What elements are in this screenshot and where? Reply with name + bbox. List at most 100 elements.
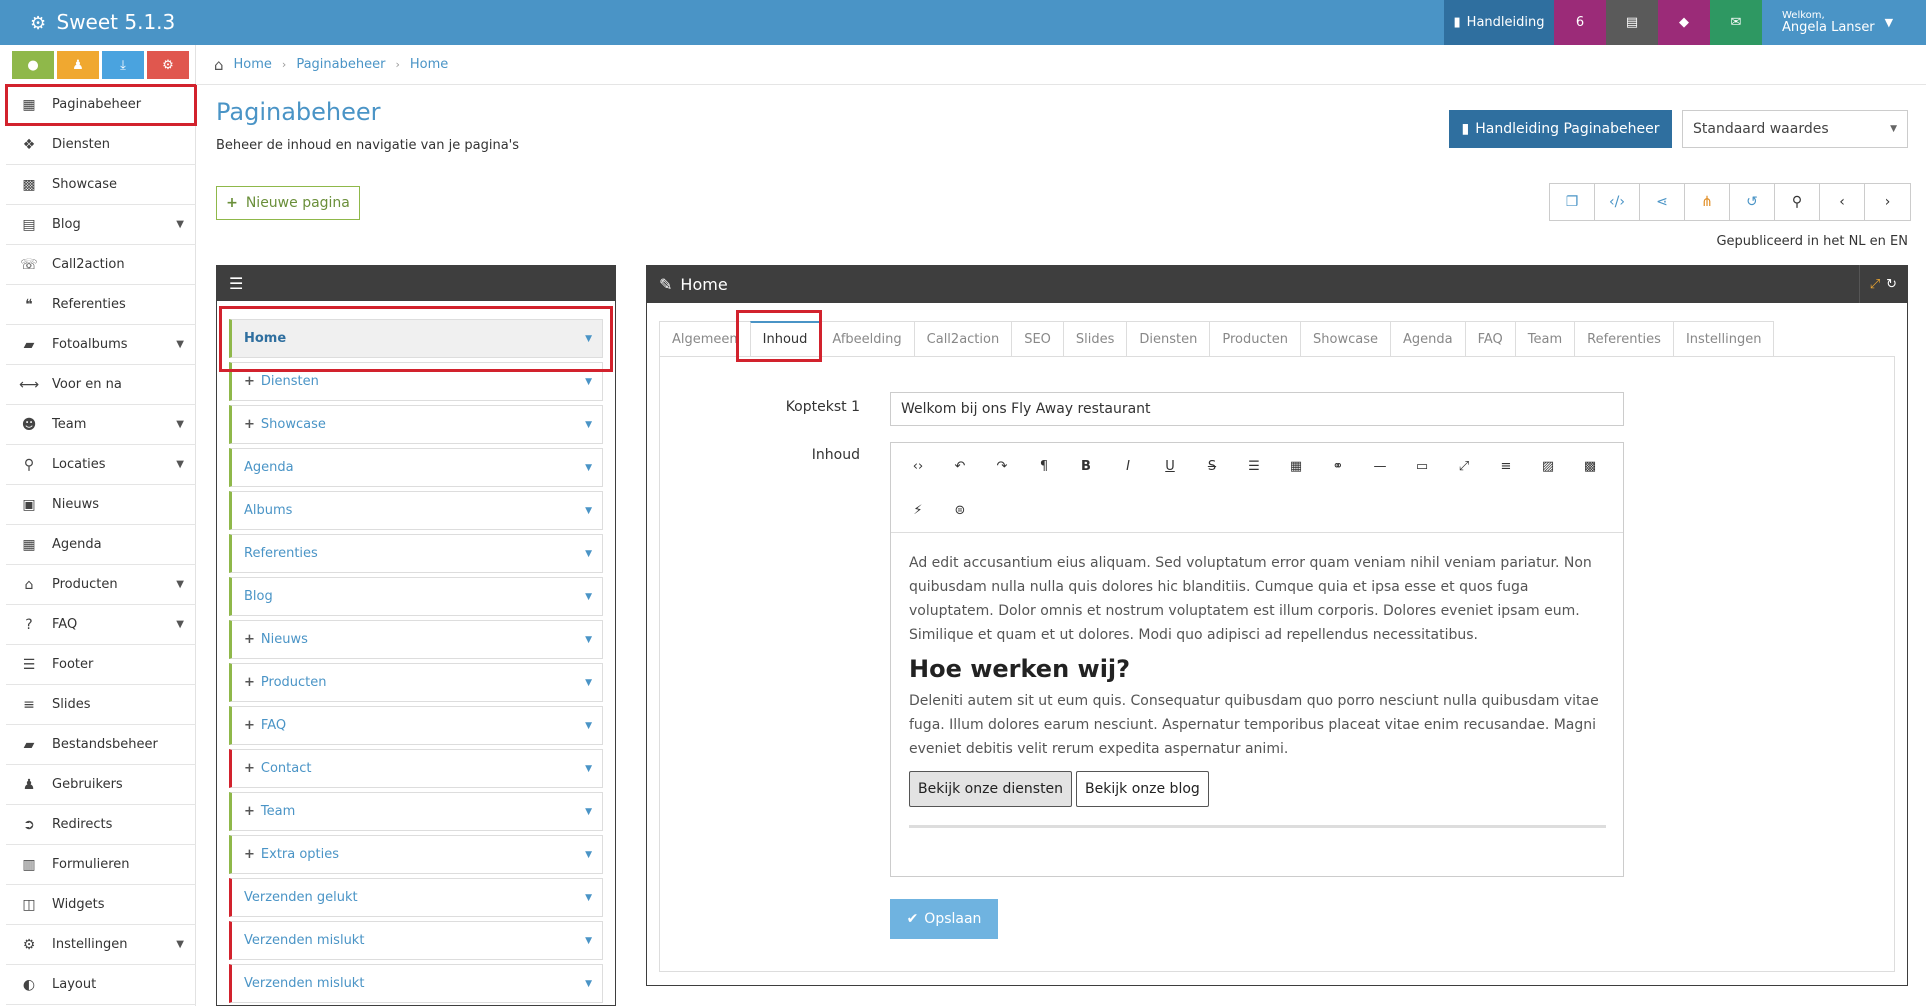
hamburger-icon[interactable]: ☰ [229,274,243,293]
plus-icon[interactable]: + [244,804,255,819]
redo-button[interactable]: ↷ [981,451,1023,481]
tree-item-verzenden-mislukt[interactable]: Verzenden mislukt ▼ [229,921,603,960]
next-button[interactable]: › [1865,184,1910,220]
sidebar-item-diensten[interactable]: ❖ Diensten [6,125,196,165]
undo-button[interactable]: ↶ [939,451,981,481]
tree-item-faq[interactable]: + FAQ ▼ [229,706,603,745]
plus-icon[interactable]: + [244,718,255,733]
sidebar-item-locaties[interactable]: ⚲ Locaties ▼ [6,445,196,485]
strikethrough-button[interactable]: S [1191,451,1233,481]
plus-icon[interactable]: + [244,675,255,690]
caret-down-icon[interactable]: ▼ [585,592,592,602]
sidebar-item-formulieren[interactable]: ▥ Formulieren [6,845,196,885]
app-brand[interactable]: ⚙ Sweet 5.1.3 [30,10,175,34]
sidebar-item-call2action[interactable]: ☏ Call2action [6,245,196,285]
underline-button[interactable]: U [1149,451,1191,481]
location-quick-button[interactable]: ● [12,51,54,79]
defaults-select[interactable]: Standaard waardes ▼ [1682,110,1908,148]
sidebar-item-referenties[interactable]: ❝ Referenties [6,285,196,325]
previous-button[interactable]: ‹ [1820,184,1865,220]
caret-down-icon[interactable]: ▼ [585,549,592,559]
tab-agenda[interactable]: Agenda [1389,321,1465,357]
koptekst-input[interactable]: Welkom bij ons Fly Away restaurant [890,392,1624,426]
tab-slides[interactable]: Slides [1062,321,1127,357]
caret-down-icon[interactable]: ▼ [585,764,592,774]
caret-down-icon[interactable]: ▼ [585,850,592,860]
bold-button[interactable]: B [1065,451,1107,481]
tree-item-extra-opties[interactable]: + Extra opties ▼ [229,835,603,874]
button-insert-button[interactable]: ⊜ [939,495,981,525]
search-button[interactable]: ⚲ [1775,184,1820,220]
copy-button[interactable]: ❐ [1550,184,1595,220]
plus-icon[interactable]: + [244,761,255,776]
video-button[interactable]: ▭ [1401,451,1443,481]
italic-button[interactable]: I [1107,451,1149,481]
link-button[interactable]: ⚭ [1317,451,1359,481]
download-quick-button[interactable]: ⤓ [102,51,144,79]
code-view-button[interactable]: ‹› [897,451,939,481]
new-page-button[interactable]: + Nieuwe pagina [216,186,360,220]
diamond-button[interactable]: ◆ [1658,0,1710,45]
sidebar-item-showcase[interactable]: ▩ Showcase [6,165,196,205]
tab-algemeen[interactable]: Algemeen [659,321,750,357]
user-menu[interactable]: Welkom, Angela Lanser ▼ [1762,0,1912,45]
sidebar-item-voor-en-na[interactable]: ⟷ Voor en na [6,365,196,405]
tree-item-team[interactable]: + Team ▼ [229,792,603,831]
caret-down-icon[interactable]: ▼ [585,979,592,989]
expand-icon[interactable]: ⤢ [1870,277,1880,292]
tab-team[interactable]: Team [1514,321,1575,357]
fullscreen-button[interactable]: ⤢ [1443,451,1485,481]
tab-faq[interactable]: FAQ [1464,321,1515,357]
settings-quick-button[interactable]: ⚙ [147,51,189,79]
user-quick-button[interactable]: ♟ [57,51,99,79]
sidebar-item-agenda[interactable]: ▦ Agenda [6,525,196,565]
sidebar-item-faq[interactable]: ? FAQ ▼ [6,605,196,645]
sidebar-item-nieuws[interactable]: ▣ Nieuws [6,485,196,525]
caret-down-icon[interactable]: ▼ [585,721,592,731]
sidebar-item-blog[interactable]: ▤ Blog ▼ [6,205,196,245]
plus-icon[interactable]: + [244,374,255,389]
plugin-button[interactable]: ⚡ [897,495,939,525]
list-button[interactable]: ☰ [1233,451,1275,481]
breadcrumb-item[interactable]: Home [410,57,448,72]
tab-producten[interactable]: Producten [1209,321,1300,357]
sidebar-item-footer[interactable]: ☰ Footer [6,645,196,685]
share-button[interactable]: ⋖ [1640,184,1685,220]
tree-item-showcase[interactable]: + Showcase ▼ [229,405,603,444]
plus-icon[interactable]: + [244,847,255,862]
horizontal-rule-button[interactable]: — [1359,451,1401,481]
tree-item-referenties[interactable]: Referenties ▼ [229,534,603,573]
sidebar-item-slides[interactable]: ≡ Slides [6,685,196,725]
tree-item-diensten[interactable]: + Diensten ▼ [229,362,603,401]
image-button[interactable]: ▨ [1527,451,1569,481]
code-button[interactable]: ‹/› [1595,184,1640,220]
sidebar-item-instellingen[interactable]: ⚙ Instellingen ▼ [6,925,196,965]
tree-item-blog[interactable]: Blog ▼ [229,577,603,616]
table-button[interactable]: ▦ [1275,451,1317,481]
sitemap-button[interactable]: ⋔ [1685,184,1730,220]
tree-item-producten[interactable]: + Producten ▼ [229,663,603,702]
tab-inhoud[interactable]: Inhoud [749,321,820,357]
sidebar-item-layout[interactable]: ◐ Layout [6,965,196,1005]
refresh-icon[interactable]: ↻ [1886,277,1897,292]
mail-button[interactable]: ✉ [1710,0,1762,45]
align-button[interactable]: ≡ [1485,451,1527,481]
tab-seo[interactable]: SEO [1011,321,1063,357]
sidebar-item-fotoalbums[interactable]: ▰ Fotoalbums ▼ [6,325,196,365]
plus-icon[interactable]: + [244,417,255,432]
sidebar-item-team[interactable]: ☻ Team ▼ [6,405,196,445]
grid-button[interactable]: ▩ [1569,451,1611,481]
manual-paginabeheer-button[interactable]: ▮ Handleiding Paginabeheer [1449,110,1672,148]
tab-referenties[interactable]: Referenties [1574,321,1673,357]
caret-down-icon[interactable]: ▼ [585,334,592,344]
plus-icon[interactable]: + [244,632,255,647]
server-button[interactable]: ▤ [1606,0,1658,45]
caret-down-icon[interactable]: ▼ [585,506,592,516]
sidebar-item-bestandsbeheer[interactable]: ▰ Bestandsbeheer [6,725,196,765]
caret-down-icon[interactable]: ▼ [585,936,592,946]
caret-down-icon[interactable]: ▼ [585,420,592,430]
tree-item-home[interactable]: Home ▼ [229,319,603,358]
tree-item-agenda[interactable]: Agenda ▼ [229,448,603,487]
notification-count-button[interactable]: 6 [1554,0,1606,45]
sidebar-item-paginabeheer[interactable]: ▦ Paginabeheer [5,84,197,126]
